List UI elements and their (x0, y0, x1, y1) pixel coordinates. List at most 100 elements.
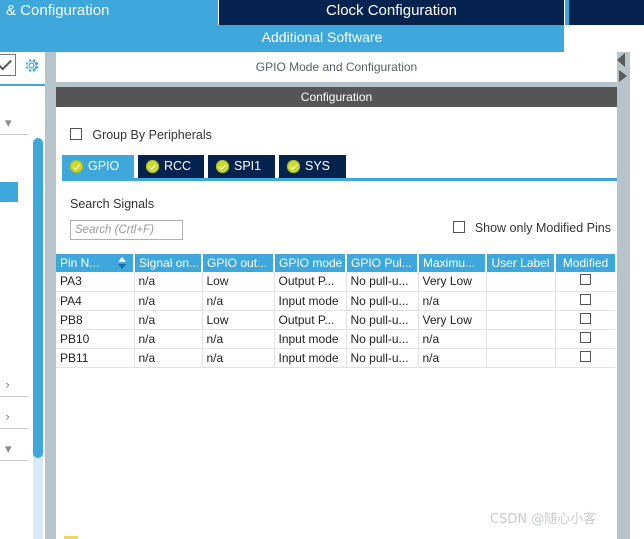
group-by-peripherals-checkbox[interactable] (70, 127, 82, 140)
column-header-modified[interactable]: Modified (555, 254, 615, 272)
gear-icon[interactable] (22, 56, 41, 75)
configuration-section-title: Configuration (300, 90, 373, 104)
table-row[interactable]: PB10 n/a n/a Input mode No pull-u... n/a (56, 329, 615, 349)
column-header-gpio-pull[interactable]: GPIO Pul... (346, 254, 419, 272)
check-circle-icon (287, 160, 300, 173)
tab-project-manager[interactable] (569, 0, 644, 25)
tab-rcc[interactable]: RCC (138, 155, 206, 178)
cell-gpio-pull: No pull-u... (346, 310, 419, 330)
sidebar-check-button[interactable] (0, 54, 16, 76)
tab-spi1-label: SPI1 (234, 159, 262, 173)
cell-user-label[interactable] (486, 272, 556, 292)
column-header-pin-name[interactable]: Pin N... (56, 254, 135, 272)
tab-gpio-label: GPIO (88, 159, 120, 173)
cell-modified (555, 291, 615, 311)
show-only-modified-pins-row[interactable]: Show only Modified Pins (453, 220, 611, 238)
right-margin (630, 52, 644, 539)
cell-user-label[interactable] (486, 310, 556, 330)
categories-sidebar: ▾ › › ▾ (0, 52, 45, 539)
panel-divider (45, 52, 56, 539)
chevron-right-icon: › (5, 378, 11, 393)
tab-sys[interactable]: SYS (279, 155, 348, 178)
cell-maximum-speed: Very Low (418, 310, 487, 330)
column-header-signal-on[interactable]: Signal on... (134, 254, 203, 272)
cell-pin-name: PB11 (56, 348, 135, 368)
cell-maximum-speed: n/a (418, 329, 487, 349)
modified-checkbox[interactable] (579, 274, 591, 286)
cell-modified (555, 272, 615, 292)
cell-gpio-pull: No pull-u... (346, 329, 419, 349)
pins-table-container: Pin N... Signal on... GPIO out... GPIO m… (56, 254, 617, 377)
search-signals-label: Search Signals (70, 197, 155, 211)
category-item-4[interactable]: › (0, 406, 28, 429)
column-header-gpio-mode[interactable]: GPIO mode (274, 254, 347, 272)
cell-pin-name: PA3 (56, 272, 135, 292)
panel-header: GPIO Mode and Configuration (56, 52, 617, 82)
sidebar-scrollbar-thumb[interactable] (33, 138, 43, 458)
cell-modified (555, 310, 615, 330)
column-header-user-label[interactable]: User Label (486, 254, 556, 272)
category-item-5[interactable]: ▾ (0, 438, 28, 461)
cell-gpio-output: n/a (202, 348, 275, 368)
sidebar-toolbar (0, 52, 45, 86)
category-item-selected[interactable] (0, 182, 18, 202)
table-row[interactable]: PA3 n/a Low Output P... No pull-u... Ver… (56, 272, 615, 292)
modified-checkbox[interactable] (579, 350, 591, 362)
cell-maximum-speed: n/a (418, 348, 487, 368)
cell-pin-name: PB8 (56, 310, 135, 330)
tab-additional-software-label[interactable]: Additional Software (0, 29, 644, 45)
cell-signal-on: n/a (134, 272, 203, 292)
column-header-pin-name-label: Pin N... (60, 256, 100, 270)
check-circle-icon (146, 160, 159, 173)
cell-signal-on: n/a (134, 291, 203, 311)
cell-gpio-output: n/a (202, 329, 275, 349)
watermark: CSDN @随心小客 (490, 512, 597, 527)
cell-gpio-mode: Input mode (274, 348, 347, 368)
configuration-body: Group By Peripherals GPIO RCC SPI1 SYS S… (56, 107, 617, 539)
cell-gpio-pull: No pull-u... (346, 348, 419, 368)
chevron-right-icon: › (5, 410, 11, 425)
cell-gpio-pull: No pull-u... (346, 272, 419, 292)
table-row[interactable]: PA4 n/a n/a Input mode No pull-u... n/a (56, 291, 615, 311)
cell-pin-name: PA4 (56, 291, 135, 311)
topright-blank-area (564, 25, 644, 52)
gpio-configuration-panel: GPIO Mode and Configuration Configuratio… (56, 52, 617, 539)
modified-checkbox[interactable] (579, 293, 591, 305)
tabstrip-underline (62, 178, 617, 181)
cell-maximum-speed: Very Low (418, 272, 487, 292)
tab-pinout-configuration-label[interactable]: & Configuration (6, 2, 109, 19)
tab-clock-configuration-label: Clock Configuration (326, 2, 457, 19)
tab-gpio[interactable]: GPIO (62, 155, 136, 178)
tab-sys-label: SYS (305, 159, 331, 173)
search-input[interactable] (70, 220, 183, 240)
modified-checkbox[interactable] (579, 312, 591, 324)
category-list: ▾ › › ▾ (0, 86, 45, 539)
configuration-section-bar: Configuration (56, 87, 617, 107)
modified-checkbox[interactable] (579, 331, 591, 343)
vertical-scrollbar-track[interactable] (617, 52, 630, 539)
cell-user-label[interactable] (486, 348, 556, 368)
chevron-down-icon: ▾ (5, 116, 12, 131)
cell-user-label[interactable] (486, 291, 556, 311)
top-tab-bar: & Configuration Clock Configuration (0, 0, 644, 25)
sort-indicator-icon[interactable] (118, 256, 127, 269)
cell-pin-name: PB10 (56, 329, 135, 349)
tab-spi1[interactable]: SPI1 (208, 155, 277, 178)
arrow-right-icon[interactable] (619, 70, 627, 82)
group-by-peripherals-row[interactable]: Group By Peripherals (70, 127, 212, 145)
table-row[interactable]: PB11 n/a n/a Input mode No pull-u... n/a (56, 348, 615, 368)
show-only-modified-pins-checkbox[interactable] (453, 220, 466, 233)
column-header-gpio-output[interactable]: GPIO out... (202, 254, 275, 272)
category-item-3[interactable]: › (0, 374, 28, 397)
show-only-modified-pins-label: Show only Modified Pins (474, 220, 611, 235)
tab-clock-configuration[interactable]: Clock Configuration (219, 0, 564, 25)
category-item-0[interactable]: ▾ (0, 112, 28, 135)
arrow-left-icon[interactable] (617, 53, 625, 67)
cell-modified (555, 348, 615, 368)
cell-gpio-mode: Output P... (274, 310, 347, 330)
table-row[interactable]: PB8 n/a Low Output P... No pull-u... Ver… (56, 310, 615, 330)
cell-gpio-mode: Input mode (274, 329, 347, 349)
column-header-maximum-speed[interactable]: Maximu... (418, 254, 487, 272)
cell-user-label[interactable] (486, 329, 556, 349)
cell-gpio-mode: Input mode (274, 291, 347, 311)
